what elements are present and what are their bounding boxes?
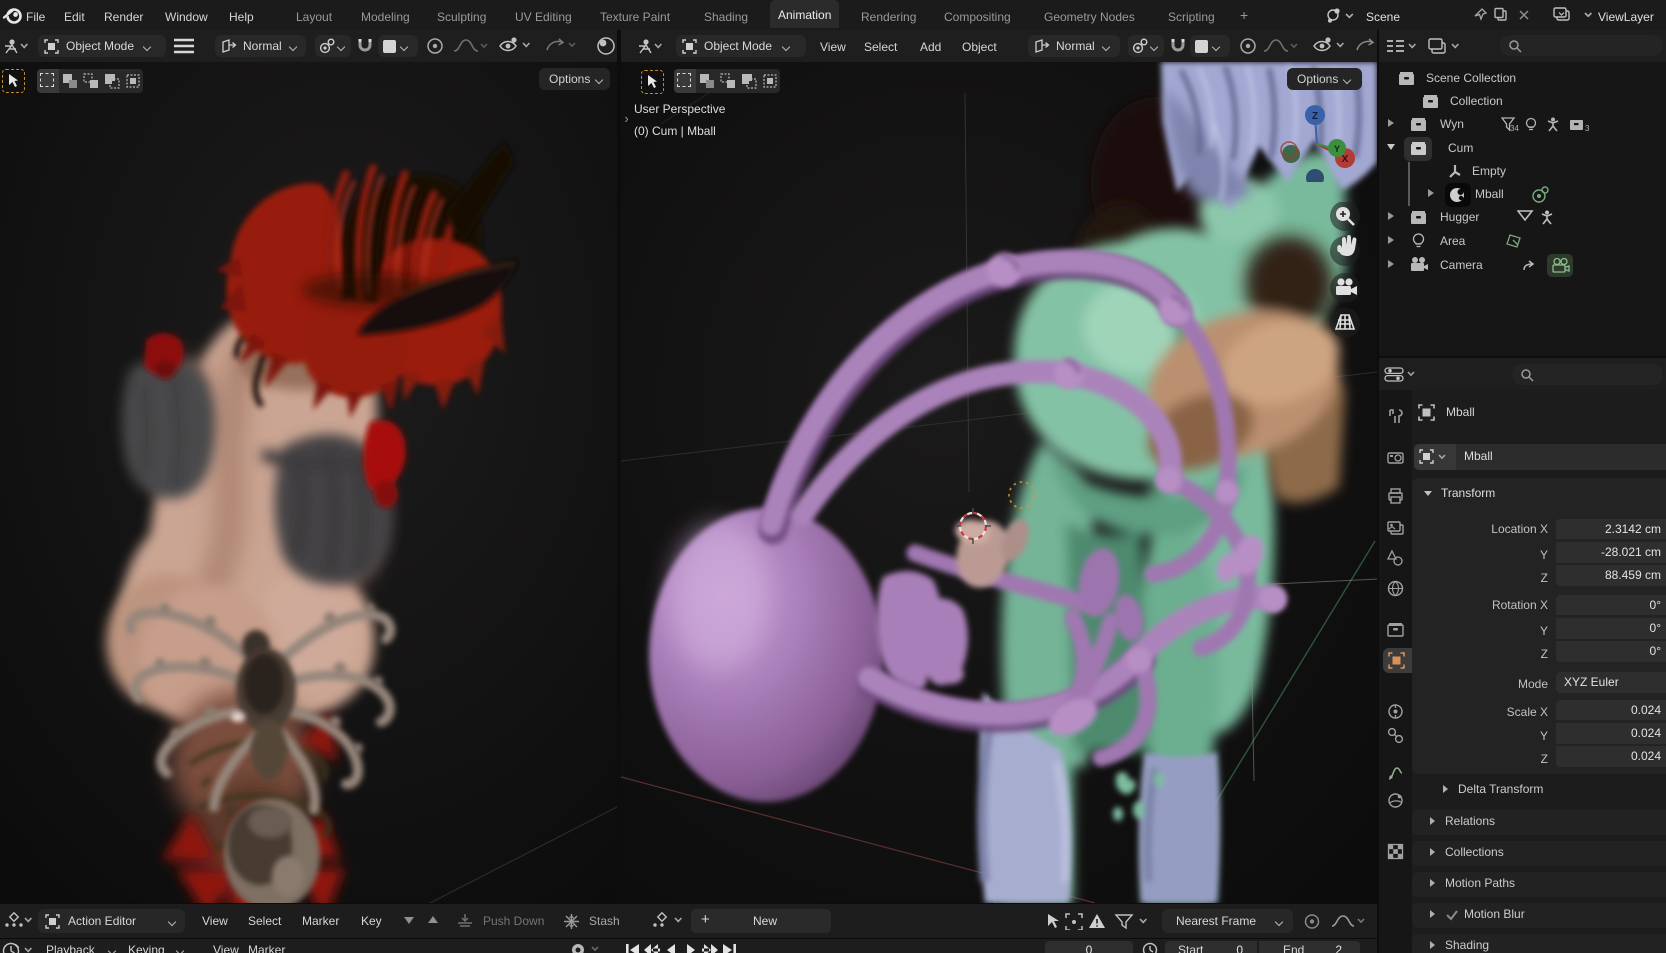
- svg-text:X: X: [1342, 154, 1349, 165]
- svg-text:Z: Z: [1312, 111, 1318, 122]
- svg-text:3: 3: [1585, 124, 1590, 133]
- svg-text:Y: Y: [1334, 144, 1340, 154]
- svg-text:34: 34: [1510, 124, 1519, 133]
